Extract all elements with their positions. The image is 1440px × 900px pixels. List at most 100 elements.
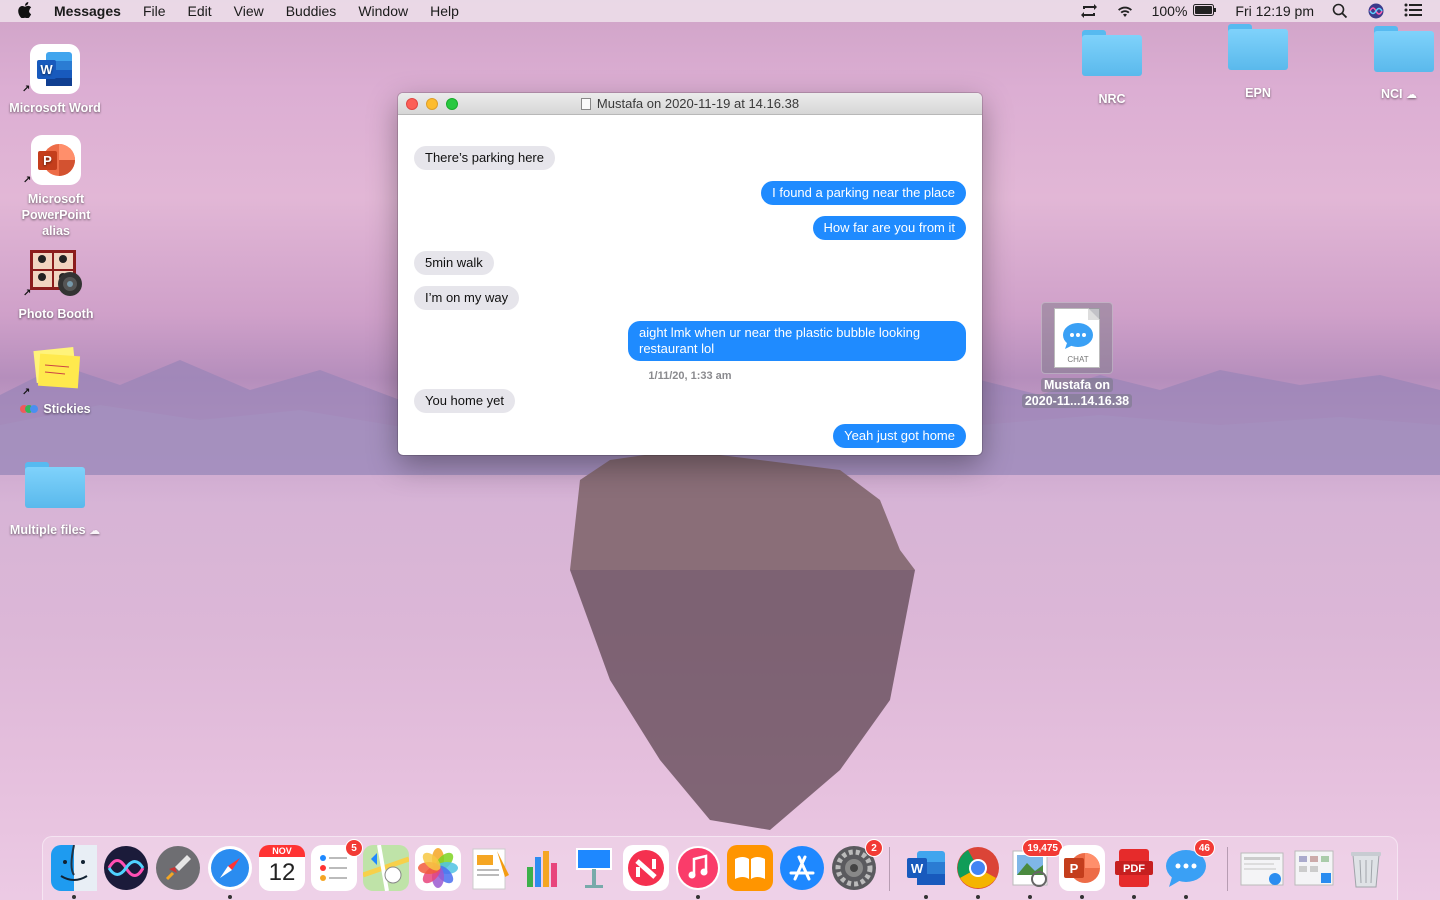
folder-epn[interactable]: [1228, 24, 1288, 70]
microsoft-word-icon: W: [907, 851, 945, 885]
dock-photos[interactable]: [415, 845, 461, 891]
dock-separator: [1227, 847, 1228, 891]
trash-icon: [1351, 852, 1381, 888]
dock-books[interactable]: [727, 845, 773, 891]
desktop-icon-microsoft-word[interactable]: W ↗ Microsoft Word: [0, 42, 110, 116]
dock-system-preferences[interactable]: 2: [831, 839, 883, 891]
books-icon: [727, 845, 773, 891]
wifi-icon[interactable]: [1116, 3, 1134, 19]
dock-downloads-stack[interactable]: [1291, 845, 1337, 891]
chat-file-label[interactable]: Mustafa on 2020-11...14.16.38: [1017, 377, 1137, 409]
dock: NOV 12 5 2 W 19,475 P PDF 46: [42, 836, 1398, 900]
message-bubble-outgoing[interactable]: How far are you from it: [812, 216, 966, 240]
menu-clock[interactable]: Fri 12:19 pm: [1235, 3, 1314, 19]
menu-bar: Messages File Edit View Buddies Window H…: [0, 0, 1440, 22]
running-indicator: [1132, 895, 1136, 899]
messages-transcript-window: Mustafa on 2020-11-19 at 14.16.38 There’…: [398, 93, 982, 455]
alias-arrow-icon: ↗: [23, 288, 32, 299]
running-indicator: [1080, 895, 1084, 899]
dock-pdf-app[interactable]: PDF: [1111, 845, 1157, 891]
close-button[interactable]: [406, 98, 418, 110]
icloud-icon: ☁: [1406, 89, 1417, 101]
dock-music[interactable]: [675, 845, 721, 891]
menu-app-name[interactable]: Messages: [54, 3, 121, 19]
folder-nrc[interactable]: [1082, 30, 1142, 76]
photo-booth-icon: [30, 250, 82, 296]
calendar-day: 12: [268, 859, 296, 886]
message-bubble-incoming[interactable]: 5min walk: [414, 251, 494, 275]
menu-help[interactable]: Help: [430, 3, 459, 19]
running-indicator: [1184, 895, 1188, 899]
preview-badge: 19,475: [1022, 839, 1063, 857]
message-bubble-outgoing[interactable]: Yeah just got home: [833, 424, 966, 448]
downloads-stack-icon: [1294, 850, 1334, 886]
dock-microsoft-powerpoint[interactable]: P: [1059, 845, 1105, 891]
dock-maps[interactable]: [362, 844, 410, 892]
desktop-icon-label: Photo Booth: [18, 307, 94, 321]
notification-center-icon[interactable]: [1404, 3, 1422, 19]
dock-app-store[interactable]: [779, 845, 825, 891]
dock-siri[interactable]: [103, 845, 149, 891]
safari-compass-icon: [208, 846, 252, 890]
microsoft-powerpoint-icon: P: [1059, 845, 1105, 891]
dock-keynote[interactable]: [571, 845, 617, 891]
spotlight-search-icon[interactable]: [1332, 3, 1350, 19]
dock-preview[interactable]: 19,475: [1007, 839, 1063, 891]
menu-view[interactable]: View: [234, 3, 264, 19]
desktop-folder-multiple-files[interactable]: Multiple files ☁: [0, 462, 110, 539]
dock-trash[interactable]: [1343, 845, 1389, 891]
desktop-icon-powerpoint-alias[interactable]: P ↗ Microsoft PowerPoint alias: [1, 133, 111, 239]
siri-icon: [104, 846, 148, 890]
siri-icon[interactable]: [1368, 3, 1386, 19]
dock-safari[interactable]: [207, 845, 253, 891]
battery-icon[interactable]: [1193, 3, 1217, 19]
app-store-icon: [780, 846, 824, 890]
running-indicator: [696, 895, 700, 899]
stickies-label: Stickies: [43, 402, 91, 416]
dock-reminders[interactable]: 5: [311, 839, 363, 891]
alias-arrow-icon: ↗: [22, 84, 31, 95]
dock-microsoft-word[interactable]: W: [903, 845, 949, 891]
folder-label-nci: NCI ☁: [1364, 87, 1434, 101]
menu-file[interactable]: File: [143, 3, 166, 19]
dock-finder[interactable]: [51, 844, 97, 891]
folder-nci[interactable]: [1374, 26, 1434, 72]
message-transcript[interactable]: There’s parking here I found a parking n…: [398, 115, 982, 455]
dock-messages[interactable]: 46: [1163, 839, 1215, 891]
desktop-icon-stickies[interactable]: ↗ Stickies: [0, 345, 110, 418]
menu-window[interactable]: Window: [358, 3, 408, 19]
window-titlebar[interactable]: Mustafa on 2020-11-19 at 14.16.38: [398, 93, 982, 115]
apple-menu-icon[interactable]: [18, 1, 38, 21]
running-indicator: [228, 895, 232, 899]
message-bubble-outgoing[interactable]: I found a parking near the place: [761, 181, 966, 205]
document-proxy-icon[interactable]: [580, 97, 591, 110]
svg-text:W: W: [911, 861, 924, 876]
battery-percent[interactable]: 100%: [1152, 3, 1188, 19]
menu-edit[interactable]: Edit: [188, 3, 212, 19]
dock-pages[interactable]: [467, 845, 513, 891]
zoom-button[interactable]: [446, 98, 458, 110]
dock-calendar[interactable]: NOV 12: [259, 845, 305, 891]
messages-badge: 46: [1193, 839, 1215, 857]
chat-file-icon[interactable]: CHAT: [1041, 302, 1113, 374]
menu-buddies[interactable]: Buddies: [286, 3, 337, 19]
dock-numbers[interactable]: [519, 845, 565, 891]
message-bubble-incoming[interactable]: You home yet: [414, 389, 516, 413]
message-bubble-incoming[interactable]: There’s parking here: [414, 146, 555, 170]
dock-launchpad[interactable]: [155, 845, 201, 891]
launchpad-rocket-icon: [156, 846, 200, 890]
chat-file-tag: CHAT: [1067, 355, 1089, 364]
minimize-button[interactable]: [426, 98, 438, 110]
sync-icon[interactable]: [1080, 3, 1098, 19]
alias-arrow-icon: ↗: [23, 175, 32, 186]
dock-news[interactable]: [623, 845, 669, 891]
tufa-rock: [570, 450, 915, 830]
desktop-icon-photo-booth[interactable]: ↗ Photo Booth: [1, 246, 111, 322]
finder-icon: [51, 844, 97, 891]
message-bubble-outgoing[interactable]: aight lmk when ur near the plastic bubbl…: [628, 321, 966, 361]
dock-google-chrome[interactable]: [955, 845, 1001, 891]
desktop-icon-label: Microsoft Word: [9, 101, 101, 115]
message-bubble-incoming[interactable]: I’m on my way: [414, 286, 520, 310]
dock-recent-document[interactable]: [1239, 845, 1285, 891]
desktop-icon-label: Microsoft PowerPoint alias: [21, 192, 91, 238]
